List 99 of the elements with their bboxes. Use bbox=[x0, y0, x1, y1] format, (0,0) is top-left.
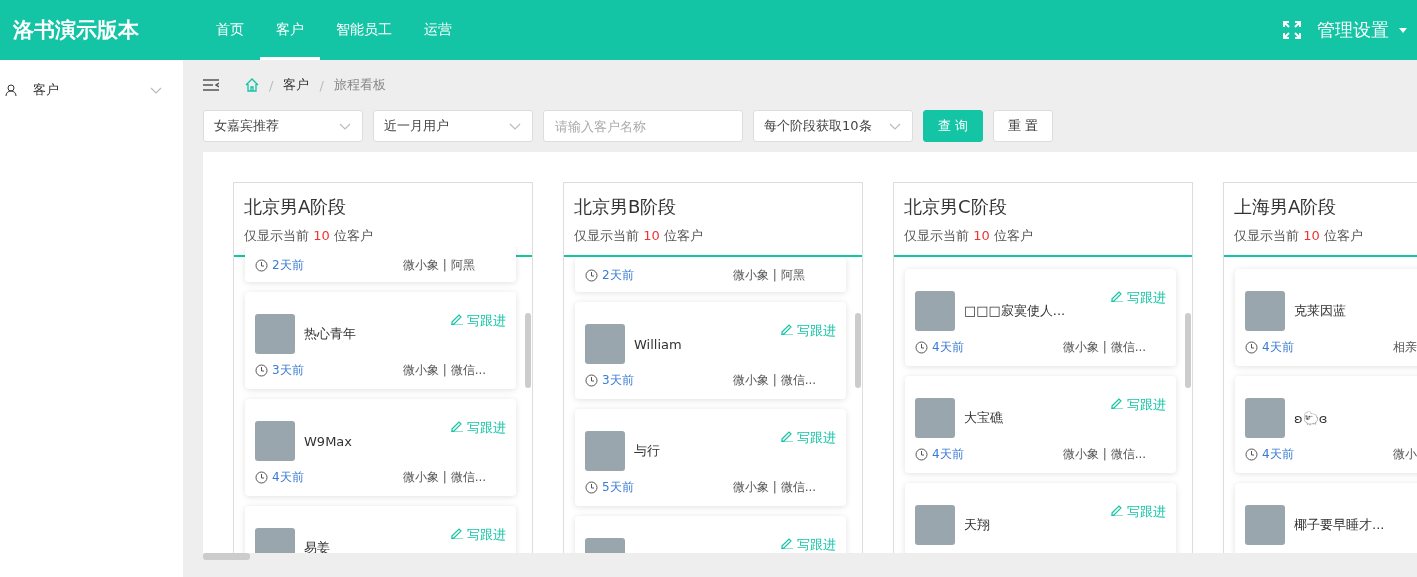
stage-note: 仅显示当前 10 位客户 bbox=[244, 227, 374, 245]
clock-icon bbox=[915, 341, 928, 354]
select-field[interactable]: 每个阶段获取10条 bbox=[753, 110, 913, 142]
scrollbar[interactable] bbox=[203, 553, 250, 560]
customer-name: 大宝礁 bbox=[964, 409, 1003, 427]
customer-name: W9Max bbox=[304, 433, 352, 449]
source-text: 微小象 | 微信... bbox=[1063, 339, 1147, 356]
customer-name: William bbox=[634, 336, 682, 352]
user-icon bbox=[5, 83, 17, 97]
avatar-placeholder bbox=[585, 324, 625, 364]
pencil-icon bbox=[450, 526, 463, 539]
avatar-placeholder bbox=[915, 398, 955, 438]
source-text: 相亲 bbox=[1393, 339, 1417, 356]
pencil-icon bbox=[1110, 289, 1123, 302]
stage-note: 仅显示当前 10 位客户 bbox=[904, 227, 1034, 245]
caret-icon bbox=[1399, 27, 1407, 33]
clock-icon bbox=[585, 481, 598, 494]
avatar-placeholder bbox=[1245, 398, 1285, 438]
customer-name: 天翔 bbox=[964, 516, 990, 534]
avatar-placeholder bbox=[1245, 505, 1285, 545]
search-field[interactable]: 请输入客户名称 bbox=[543, 110, 743, 142]
avatar-placeholder bbox=[585, 431, 625, 471]
elapsed-time: 3天前 bbox=[602, 372, 634, 389]
elapsed-time: 4天前 bbox=[272, 469, 304, 486]
customer-card[interactable]: 与行 写跟进 5天前 微小象 | 微信... bbox=[575, 409, 846, 506]
pencil-icon bbox=[780, 322, 793, 335]
source-text: 微小象 | 微信... bbox=[403, 469, 487, 486]
elapsed-time: 2天前 bbox=[272, 257, 304, 274]
home-icon[interactable] bbox=[245, 78, 259, 92]
avatar-placeholder bbox=[255, 421, 295, 461]
elapsed-time: 4天前 bbox=[932, 446, 964, 463]
source-text: 微小象 | 微信... bbox=[1063, 446, 1147, 463]
breadcrumb-separator: / bbox=[269, 77, 274, 93]
menu-collapse-icon[interactable] bbox=[203, 79, 219, 91]
customer-name: 热心青年 bbox=[304, 325, 356, 343]
customer-name: ʚ🐑ɞ bbox=[1294, 410, 1328, 426]
avatar-placeholder bbox=[915, 291, 955, 331]
source-text: 微小象 | 阿黑 bbox=[733, 267, 805, 284]
customer-card[interactable]: □□□寂寞使人... 写跟进 4天前 微小象 | 微信... bbox=[905, 269, 1176, 366]
elapsed-time: 3天前 bbox=[272, 362, 304, 379]
scrollbar[interactable] bbox=[525, 313, 531, 388]
stage-title: 北京男C阶段 bbox=[904, 195, 1008, 219]
fullscreen-icon[interactable] bbox=[1283, 21, 1301, 39]
clock-icon bbox=[1245, 341, 1258, 354]
breadcrumb-separator: / bbox=[319, 77, 324, 93]
pencil-icon bbox=[1110, 396, 1123, 409]
select-field[interactable]: 近一月用户 bbox=[373, 110, 533, 142]
clock-icon bbox=[255, 364, 268, 377]
stage-note: 仅显示当前 10 位客户 bbox=[574, 227, 704, 245]
clock-icon bbox=[255, 259, 268, 272]
customer-card[interactable]: ʚ🐑ɞ 4天前 微小 bbox=[1235, 376, 1417, 473]
app-title: 洛书演示版本 bbox=[12, 17, 140, 44]
source-text: 微小 bbox=[1393, 446, 1417, 463]
elapsed-time: 4天前 bbox=[932, 339, 964, 356]
customer-card[interactable]: 天翔 写跟进 bbox=[905, 483, 1176, 553]
customer-name: 与行 bbox=[634, 442, 660, 460]
clock-icon bbox=[915, 448, 928, 461]
elapsed-time: 4天前 bbox=[1262, 339, 1294, 356]
customer-name: 椰子要早睡才... bbox=[1294, 516, 1385, 534]
breadcrumb-item: 旅程看板 bbox=[333, 76, 386, 94]
clock-icon bbox=[255, 471, 268, 484]
clock-icon bbox=[1245, 448, 1258, 461]
customer-card[interactable]: 2天前 微小象 | 阿黑 bbox=[245, 247, 516, 282]
source-text: 微小象 | 微信... bbox=[733, 372, 817, 389]
customer-card[interactable]: 热心青年 写跟进 3天前 微小象 | 微信... bbox=[245, 292, 516, 389]
avatar-placeholder bbox=[1245, 291, 1285, 331]
pencil-icon bbox=[780, 536, 793, 549]
customer-name: □□□寂寞使人... bbox=[964, 302, 1066, 320]
scrollbar[interactable] bbox=[1185, 313, 1191, 388]
source-text: 微小象 | 微信... bbox=[403, 362, 487, 379]
pencil-icon bbox=[450, 419, 463, 432]
breadcrumb-item[interactable]: 客户 bbox=[283, 76, 310, 94]
pencil-icon bbox=[450, 312, 463, 325]
stage-title: 北京男A阶段 bbox=[244, 195, 348, 219]
pencil-icon bbox=[1110, 503, 1123, 516]
pencil-icon bbox=[780, 429, 793, 442]
avatar-placeholder bbox=[255, 314, 295, 354]
customer-card[interactable]: 椰子要早睡才... bbox=[1235, 483, 1417, 553]
select-field[interactable]: 女嘉宾推荐 bbox=[203, 110, 363, 142]
source-text: 微小象 | 微信... bbox=[733, 479, 817, 496]
elapsed-time: 2天前 bbox=[602, 267, 634, 284]
customer-card[interactable]: W9Max 写跟进 4天前 微小象 | 微信... bbox=[245, 399, 516, 496]
reset-button[interactable]: 重 置 bbox=[993, 110, 1054, 142]
stage-title: 上海男A阶段 bbox=[1234, 195, 1338, 219]
stage-note: 仅显示当前 10 位客户 bbox=[1234, 227, 1364, 245]
stage-title: 北京男B阶段 bbox=[574, 195, 678, 219]
clock-icon bbox=[585, 269, 598, 282]
customer-card[interactable]: 克莱因蓝 4天前 相亲 bbox=[1235, 269, 1417, 366]
avatar-placeholder bbox=[915, 505, 955, 545]
scrollbar[interactable] bbox=[855, 313, 861, 388]
customer-card[interactable]: William 写跟进 3天前 微小象 | 微信... bbox=[575, 302, 846, 399]
sidebar-item[interactable]: 客户 bbox=[0, 80, 183, 100]
customer-card[interactable]: 大宝礁 写跟进 4天前 微小象 | 微信... bbox=[905, 376, 1176, 473]
elapsed-time: 4天前 bbox=[1262, 446, 1294, 463]
customer-name: 克莱因蓝 bbox=[1294, 302, 1346, 320]
customer-card[interactable]: 2天前 微小象 | 阿黑 bbox=[575, 257, 846, 292]
elapsed-time: 5天前 bbox=[602, 479, 634, 496]
source-text: 微小象 | 阿黑 bbox=[403, 257, 475, 274]
clock-icon bbox=[585, 374, 598, 387]
